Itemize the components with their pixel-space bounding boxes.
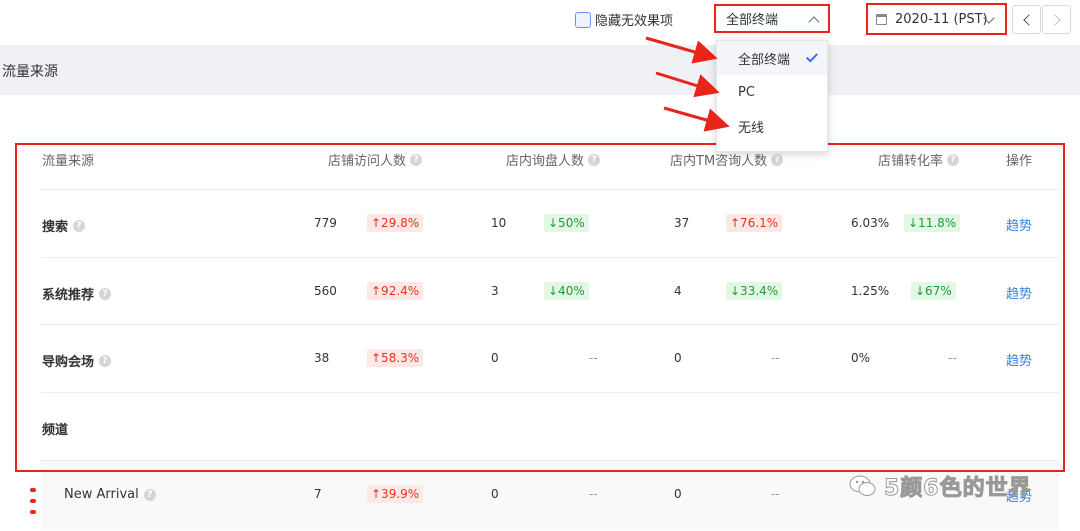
inquiry-value: 0 — [491, 351, 499, 365]
tm-change-badge: ↑76.1% — [726, 214, 783, 232]
next-month-button[interactable] — [1042, 5, 1071, 34]
visitors-change-badge: ↑29.8% — [367, 214, 424, 232]
inquiry-value: 10 — [491, 216, 507, 230]
section-header: 流量来源 — [0, 45, 1080, 95]
terminal-dropdown-menu: 全部终端 PC 无线 — [716, 40, 828, 152]
prev-month-button[interactable] — [1012, 5, 1041, 34]
visitors-value: 779 — [314, 216, 337, 230]
tm-change-badge: ↓33.4% — [726, 282, 783, 300]
row-name-channel[interactable]: 频道 — [42, 419, 68, 438]
chevron-right-icon — [1049, 14, 1061, 26]
watermark-text: 5颜6色的世界 — [884, 476, 1032, 502]
checkbox-box[interactable] — [575, 11, 591, 28]
visitors-value: 38 — [314, 351, 330, 365]
help-icon[interactable]: ? — [771, 153, 784, 166]
conversion-value: 1.25% — [851, 284, 890, 298]
conversion-value: 0% — [851, 351, 871, 365]
dropdown-item-label: PC — [738, 84, 755, 100]
trend-link[interactable]: 趋势 — [1006, 283, 1032, 302]
terminal-select[interactable]: 全部终端 — [714, 4, 830, 33]
tm-change-empty: -- — [771, 351, 780, 365]
help-icon[interactable]: ? — [588, 153, 601, 166]
hide-ineffective-label: 隐藏无效果项 — [595, 14, 674, 29]
dropdown-item-pc[interactable]: PC — [717, 75, 827, 109]
wechat-icon — [849, 475, 876, 496]
conversion-change-badge: ↓67% — [911, 282, 956, 300]
inquiry-change-empty: -- — [589, 487, 598, 501]
tm-change-empty: -- — [771, 487, 780, 501]
section-title: 流量来源 — [2, 64, 58, 80]
dropdown-item-label: 全部终端 — [738, 52, 791, 68]
dropdown-item-label: 无线 — [738, 120, 765, 136]
inquiry-value: 0 — [491, 487, 499, 501]
month-picker-value: 2020-11 (PST) — [895, 11, 988, 27]
terminal-select-value: 全部终端 — [726, 13, 779, 28]
help-icon[interactable]: ? — [947, 153, 960, 166]
highlight-frame — [15, 143, 1065, 472]
help-icon[interactable]: ? — [143, 488, 156, 501]
help-icon[interactable]: ? — [99, 354, 112, 367]
visitors-value: 560 — [314, 284, 337, 298]
row-name-new-arrival: New Arrival? — [64, 487, 156, 502]
inquiry-value: 3 — [491, 284, 499, 298]
col-header-conversion: 店铺转化率? — [878, 150, 960, 169]
trend-link[interactable]: 趋势 — [1006, 215, 1032, 234]
row-divider — [41, 392, 1059, 393]
visitors-value: 7 — [314, 487, 322, 501]
conversion-value: 6.03% — [851, 216, 890, 230]
checkmark-icon — [805, 50, 819, 63]
tm-value: 0 — [674, 487, 682, 501]
row-divider — [41, 257, 1059, 258]
row-divider — [41, 460, 1059, 461]
hide-ineffective-checkbox[interactable]: 隐藏无效果项 — [575, 10, 673, 29]
row-name-search: 搜索? — [42, 216, 86, 235]
visitors-change-badge: ↑58.3% — [367, 349, 424, 367]
calendar-icon — [876, 13, 887, 25]
help-icon[interactable]: ? — [410, 153, 423, 166]
annotation-arrow — [663, 106, 730, 132]
trend-link[interactable]: 趋势 — [1006, 350, 1032, 369]
inquiry-change-badge: ↓40% — [544, 282, 589, 300]
col-header-tm: 店内TM咨询人数? — [670, 150, 784, 169]
dropdown-item-all[interactable]: 全部终端 — [717, 41, 827, 75]
visitors-change-badge: ↑92.4% — [367, 282, 424, 300]
month-picker[interactable]: 2020-11 (PST) — [866, 3, 1007, 35]
chevron-left-icon — [1023, 14, 1035, 26]
tm-value: 0 — [674, 351, 682, 365]
tm-value: 37 — [674, 216, 690, 230]
row-divider — [41, 324, 1059, 325]
conversion-change-empty: -- — [948, 351, 957, 365]
col-header-source: 流量来源 — [42, 154, 95, 169]
row-name-recommend: 系统推荐? — [42, 284, 112, 303]
col-header-inquiry: 店内询盘人数? — [506, 150, 601, 169]
conversion-change-badge: ↓11.8% — [904, 214, 961, 232]
col-header-action: 操作 — [1006, 154, 1033, 169]
row-divider — [41, 189, 1059, 190]
inquiry-change-empty: -- — [589, 351, 598, 365]
row-name-venue: 导购会场? — [42, 351, 112, 370]
inquiry-change-badge: ↓50% — [544, 214, 589, 232]
tm-value: 4 — [674, 284, 682, 298]
dropdown-item-wireless[interactable]: 无线 — [717, 109, 827, 143]
chevron-up-icon — [808, 16, 820, 28]
col-header-visitors: 店铺访问人数? — [328, 150, 423, 169]
help-icon[interactable]: ? — [73, 219, 86, 232]
red-marks — [30, 488, 38, 521]
watermark: 5颜6色的世界 — [848, 470, 1032, 502]
help-icon[interactable]: ? — [99, 287, 112, 300]
visitors-change-badge: ↑39.9% — [367, 485, 424, 503]
